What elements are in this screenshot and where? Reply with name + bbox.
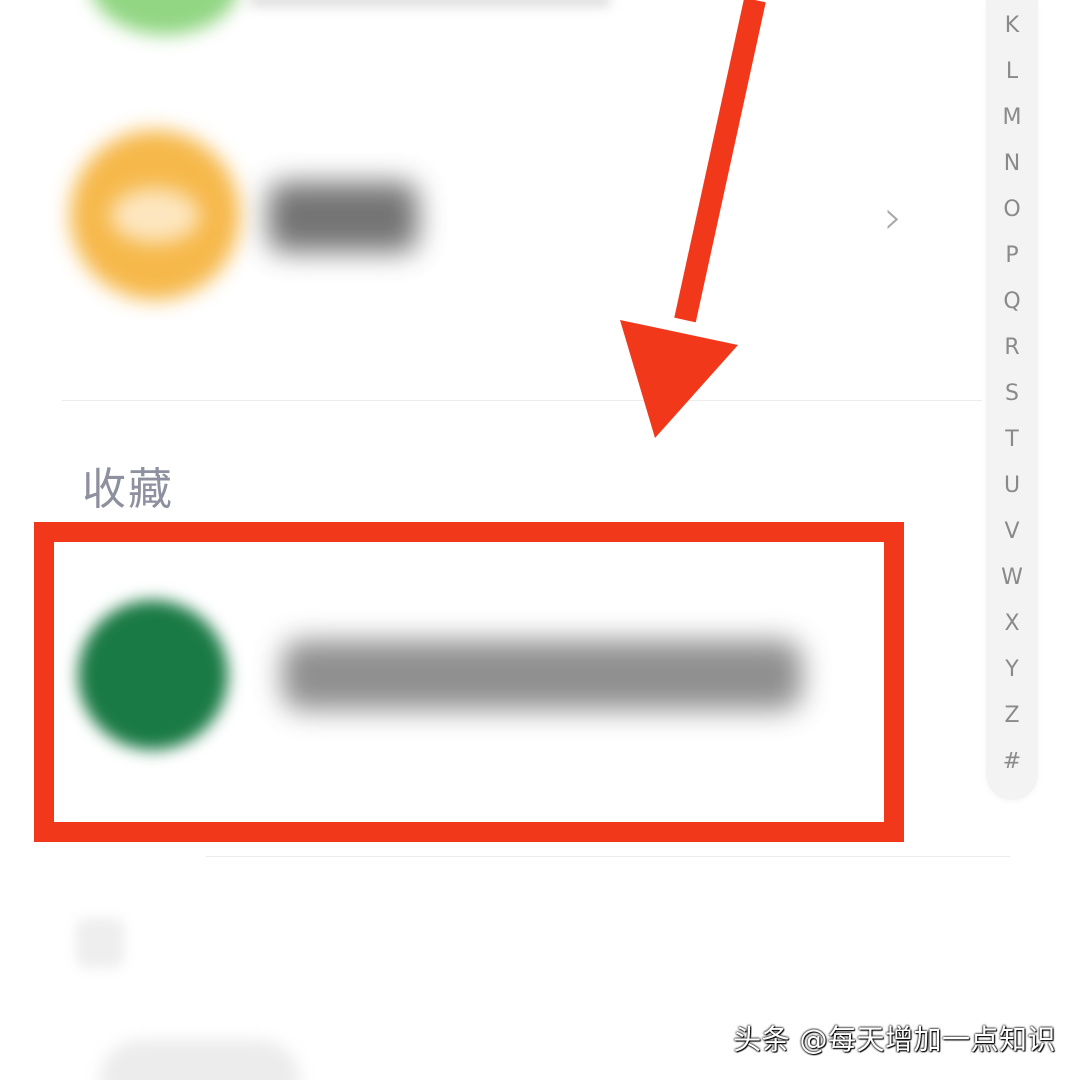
alphabet-index-letter[interactable]: R xyxy=(986,326,1038,370)
contact-name-blurred xyxy=(250,0,610,6)
contact-avatar[interactable] xyxy=(100,1040,300,1080)
alphabet-index-letter[interactable]: L xyxy=(986,50,1038,94)
alphabet-index-letter[interactable]: O xyxy=(986,188,1038,232)
watermark-text: 头条 @每天增加一点知识 xyxy=(733,1023,1056,1056)
alphabet-index-letter[interactable]: S xyxy=(986,372,1038,416)
alphabet-index-letter[interactable]: T xyxy=(986,418,1038,462)
divider xyxy=(206,856,1010,857)
section-title-favorites: 收藏 xyxy=(82,464,174,515)
alphabet-index-letter[interactable]: X xyxy=(986,602,1038,646)
avatar-inner-shape xyxy=(110,188,200,243)
alphabet-index-letter[interactable]: Q xyxy=(986,280,1038,324)
contact-avatar[interactable] xyxy=(76,918,124,968)
alphabet-index-letter[interactable]: P xyxy=(986,234,1038,278)
divider xyxy=(62,400,982,401)
alphabet-index-letter[interactable]: V xyxy=(986,510,1038,554)
alphabet-index[interactable]: K L M N O P Q R S T U V W X Y Z # xyxy=(986,0,1038,800)
contacts-screen: › 收藏 K L M N O P Q R S T U V W X Y Z # 头条 @每天增加一点知识 xyxy=(0,0,1080,1080)
alphabet-index-letter[interactable]: M xyxy=(986,96,1038,140)
annotation-highlight-box xyxy=(34,522,904,842)
alphabet-index-letter[interactable]: U xyxy=(986,464,1038,508)
alphabet-index-letter[interactable]: # xyxy=(986,740,1038,784)
annotation-arrow-icon xyxy=(620,0,766,438)
alphabet-index-letter[interactable]: Z xyxy=(986,694,1038,738)
contact-name-blurred xyxy=(268,182,418,252)
contact-avatar xyxy=(70,130,240,300)
contact-avatar[interactable] xyxy=(90,0,240,35)
alphabet-index-letter[interactable]: W xyxy=(986,556,1038,600)
alphabet-index-letter[interactable]: K xyxy=(986,4,1038,48)
alphabet-index-letter[interactable]: N xyxy=(986,142,1038,186)
alphabet-index-letter[interactable]: Y xyxy=(986,648,1038,692)
chevron-right-icon: › xyxy=(884,190,903,244)
contact-row[interactable]: › xyxy=(0,120,980,320)
